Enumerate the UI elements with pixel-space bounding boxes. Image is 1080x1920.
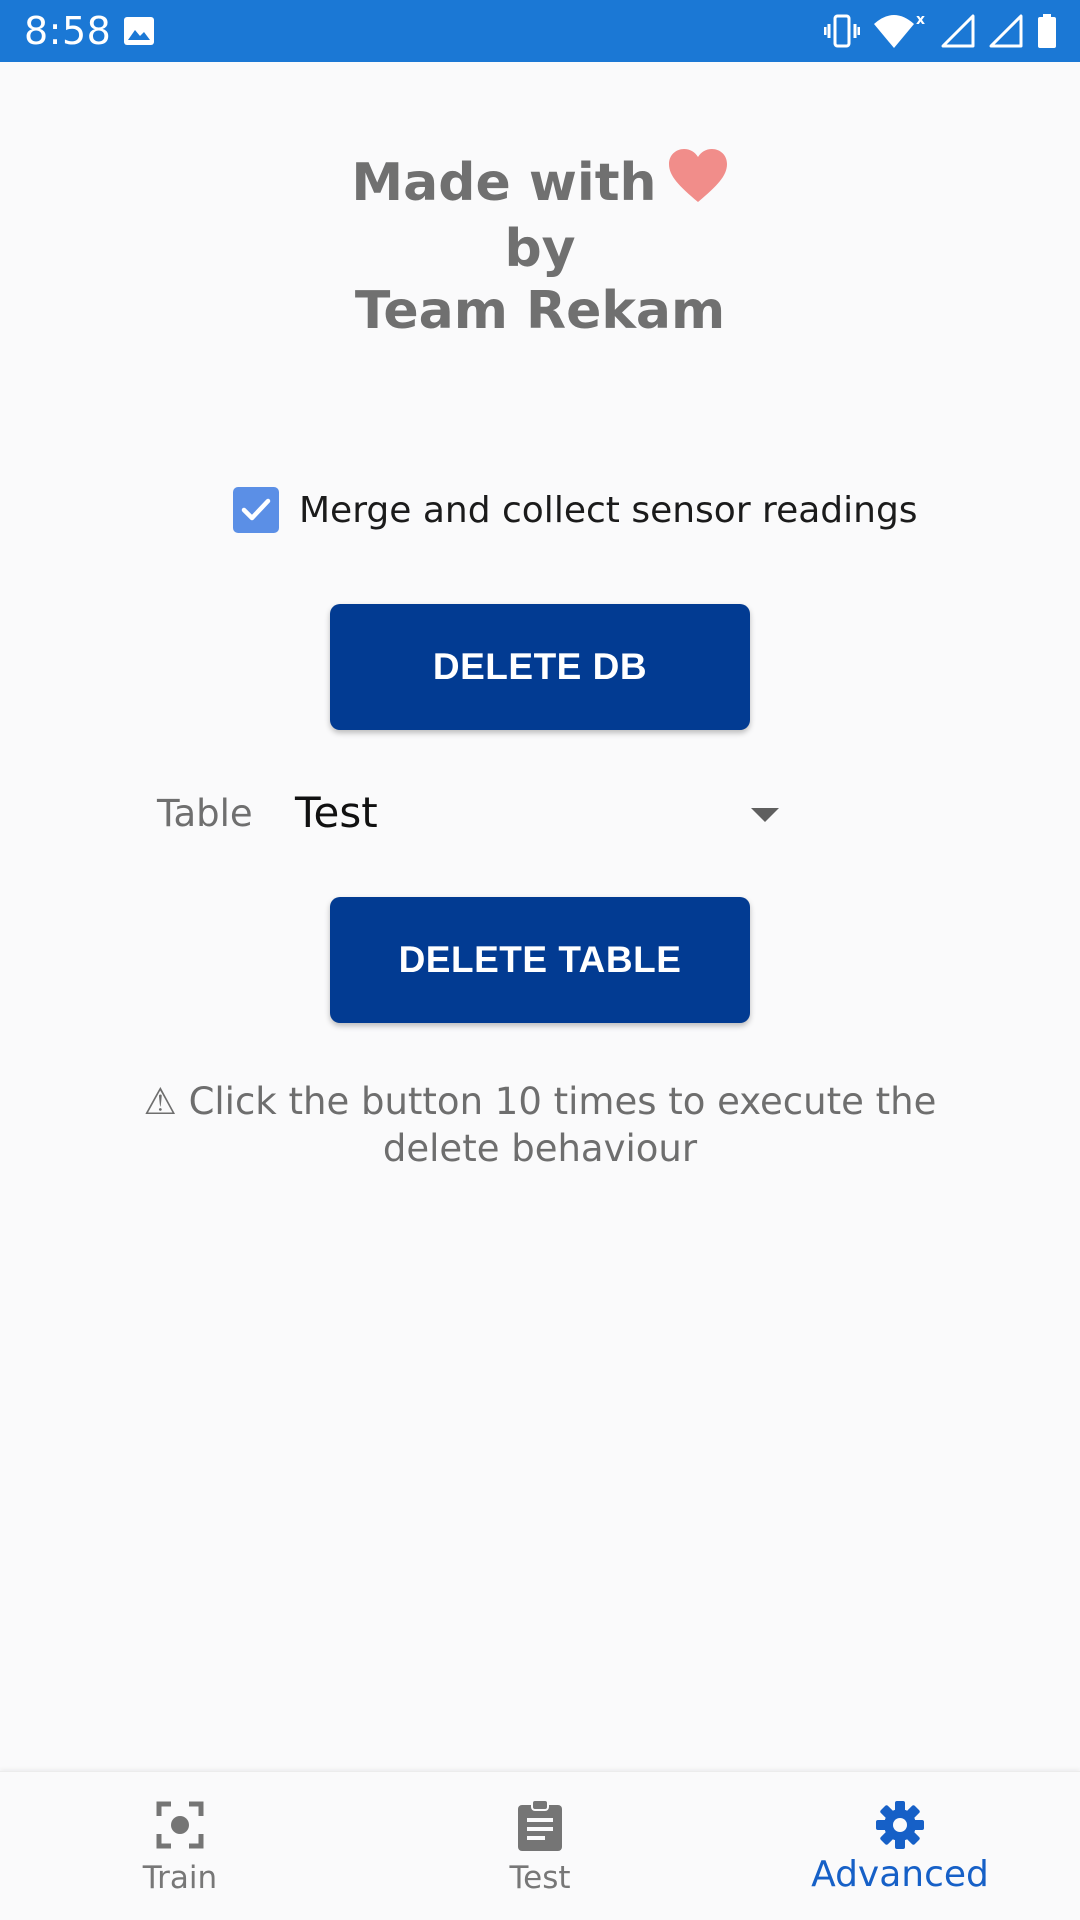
svg-text:x: x — [916, 12, 925, 28]
status-time: 8:58 — [24, 9, 112, 53]
signal-icon — [940, 13, 976, 49]
credits-heading: Made with by Team Rekam — [0, 148, 1080, 342]
credits-made-with: Made with — [351, 153, 657, 213]
credits-line-3: Team Rekam — [354, 281, 726, 341]
gallery-icon — [123, 16, 155, 46]
signal-icon — [988, 13, 1024, 49]
app-screen: 8:58 x Made with by Team Rekam Merge and… — [0, 0, 1080, 1920]
vibrate-icon — [824, 13, 860, 49]
delete-db-button[interactable]: DELETE DB — [330, 604, 750, 730]
credits-line-1: Made with — [0, 148, 1080, 218]
delete-warning-text: ⚠ Click the button 10 times to execute t… — [143, 1080, 937, 1170]
credits-line-2: by — [504, 219, 576, 279]
table-dropdown[interactable]: Test — [295, 782, 817, 850]
nav-item-advanced[interactable]: Advanced — [720, 1772, 1080, 1920]
bottom-navigation: Train Test Advanced — [0, 1771, 1080, 1920]
heart-icon — [667, 148, 729, 218]
battery-icon — [1036, 13, 1058, 49]
gear-icon — [876, 1801, 924, 1849]
nav-item-train[interactable]: Train — [0, 1772, 360, 1920]
status-icons: x — [824, 12, 1058, 50]
merge-sensor-checkbox[interactable] — [233, 487, 279, 533]
nav-label-test: Test — [509, 1860, 571, 1896]
wifi-icon: x — [872, 12, 928, 50]
table-label: Table — [157, 792, 253, 835]
delete-table-button[interactable]: DELETE TABLE — [330, 897, 750, 1023]
table-selector-row: Table Test — [157, 782, 817, 850]
checkmark-icon — [241, 498, 271, 521]
table-dropdown-value: Test — [295, 788, 378, 837]
status-bar: 8:58 x — [0, 0, 1080, 62]
center-focus-icon — [156, 1801, 204, 1849]
merge-sensor-checkbox-row[interactable]: Merge and collect sensor readings — [233, 485, 918, 535]
clipboard-icon — [518, 1799, 562, 1851]
nav-item-test[interactable]: Test — [360, 1772, 720, 1920]
dropdown-arrow-icon — [751, 808, 779, 822]
nav-label-advanced: Advanced — [811, 1854, 989, 1895]
merge-sensor-label: Merge and collect sensor readings — [299, 489, 918, 531]
nav-label-train: Train — [142, 1860, 218, 1896]
